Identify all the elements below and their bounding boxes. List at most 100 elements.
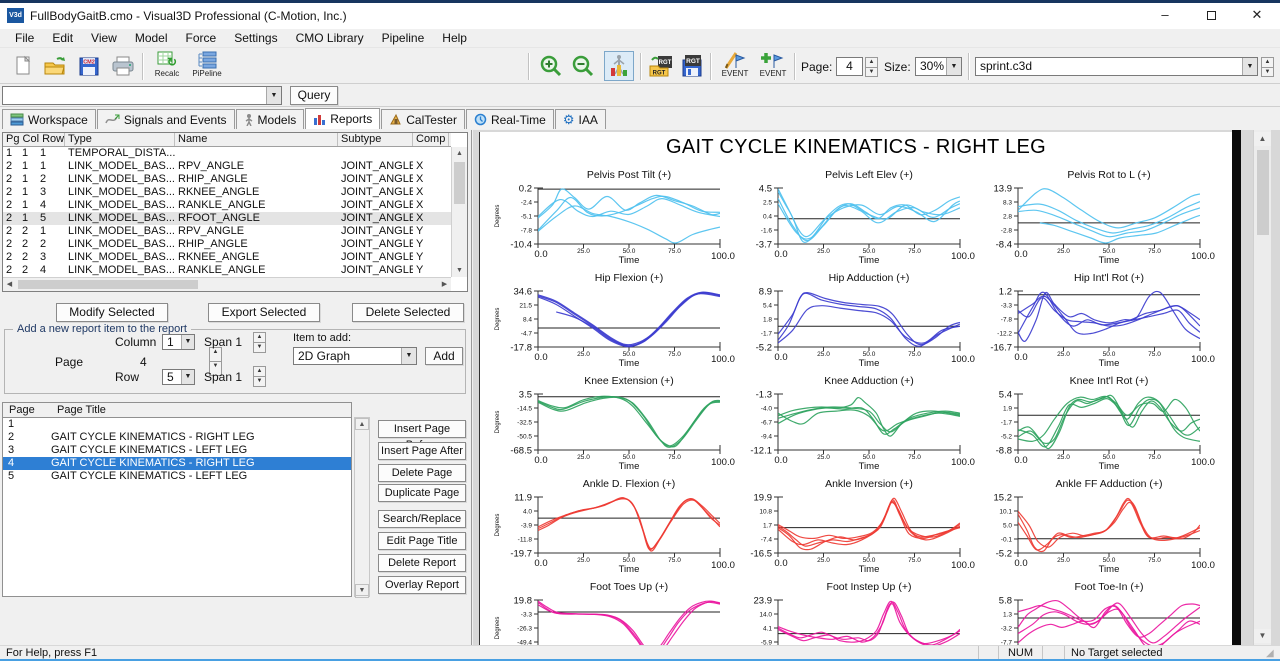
tab-signals-and-events[interactable]: Signals and Events xyxy=(97,109,235,129)
insert-page-before-button[interactable]: Insert Page Before xyxy=(378,420,466,438)
row-span-spinner[interactable]: ▲▼ xyxy=(253,366,266,386)
table-row[interactable]: 221LINK_MODEL_BAS...RPV_ANGLEJOINT_ANGLE… xyxy=(3,225,451,238)
svg-text:75.0: 75.0 xyxy=(668,351,681,358)
open-file-button[interactable] xyxy=(40,51,70,81)
edit-page-title-button[interactable]: Edit Page Title xyxy=(378,532,466,550)
search-replace-button[interactable]: Search/Replace xyxy=(378,510,466,528)
file-spinner[interactable]: ▲▼ xyxy=(1261,57,1274,76)
page-list-item[interactable]: 5GAIT CYCLE KINEMATICS - LEFT LEG xyxy=(3,470,351,483)
save-report-rgt-button[interactable]: RGT xyxy=(678,51,708,81)
maximize-button[interactable] xyxy=(1188,3,1234,29)
table-vertical-scrollbar[interactable]: ▲ ▼ xyxy=(451,147,467,277)
menu-help[interactable]: Help xyxy=(433,29,476,47)
menu-force[interactable]: Force xyxy=(177,29,226,47)
svg-text:34.6: 34.6 xyxy=(514,287,533,298)
add-button[interactable]: Add xyxy=(425,347,463,365)
pipeline-button[interactable]: PiPeline xyxy=(188,50,226,83)
table-row[interactable]: 212LINK_MODEL_BAS...RHIP_ANGLEJOINT_ANGL… xyxy=(3,173,451,186)
print-button[interactable] xyxy=(108,51,138,81)
page-list-item[interactable]: 4GAIT CYCLE KINEMATICS - RIGHT LEG xyxy=(3,457,351,470)
query-button[interactable]: Query xyxy=(290,86,338,105)
zoom-out-button[interactable] xyxy=(568,51,598,81)
open-report-rgt-button[interactable]: RGTRGT xyxy=(646,51,676,81)
table-row[interactable]: 224LINK_MODEL_BAS...RANKLE_ANGLEJOINT_AN… xyxy=(3,264,451,277)
table-row[interactable]: 223LINK_MODEL_BAS...RKNEE_ANGLEJOINT_ANG… xyxy=(3,251,451,264)
column-header[interactable]: Comp xyxy=(413,133,449,146)
table-row[interactable]: 222LINK_MODEL_BAS...RHIP_ANGLEJOINT_ANGL… xyxy=(3,238,451,251)
page-label: Page: xyxy=(801,60,832,74)
page-list-item[interactable]: 1 xyxy=(3,418,351,431)
report-graph-button[interactable] xyxy=(604,51,634,81)
svg-text:10.1: 10.1 xyxy=(999,509,1012,516)
table-row[interactable]: 111TEMPORAL_DISTA... xyxy=(3,147,451,160)
menu-model[interactable]: Model xyxy=(126,29,177,47)
column-span-spinner[interactable]: ▲▼ xyxy=(253,332,266,352)
svg-text:-3.3: -3.3 xyxy=(521,612,533,619)
menu-file[interactable]: File xyxy=(6,29,43,47)
modify-selected-button[interactable]: Modify Selected xyxy=(56,303,168,322)
edit-event-button[interactable]: EVENT xyxy=(716,50,754,83)
menu-cmo-library[interactable]: CMO Library xyxy=(287,29,373,47)
table-row[interactable]: 211LINK_MODEL_BAS...RPV_ANGLEJOINT_ANGLE… xyxy=(3,160,451,173)
add-event-button[interactable]: EVENT xyxy=(754,50,792,83)
export-selected-button[interactable]: Export Selected xyxy=(208,303,320,322)
svg-text:2.5: 2.5 xyxy=(763,200,772,207)
tab-real-time[interactable]: Real-Time xyxy=(466,109,554,129)
delete-report-button[interactable]: Delete Report xyxy=(378,554,466,572)
minimize-button[interactable]: – xyxy=(1142,3,1188,29)
table-horizontal-scrollbar[interactable]: ◀ ▶ xyxy=(3,277,451,291)
page-spinner[interactable]: ▲▼ xyxy=(865,57,878,76)
page-list-item[interactable]: 3GAIT CYCLE KINEMATICS - LEFT LEG xyxy=(3,444,351,457)
new-file-button[interactable] xyxy=(8,51,38,81)
svg-text:-5.2: -5.2 xyxy=(1001,434,1013,441)
page-list-item[interactable]: 2GAIT CYCLE KINEMATICS - RIGHT LEG xyxy=(3,431,351,444)
report-vertical-scrollbar[interactable]: ▲ ▼ xyxy=(1253,130,1271,645)
column-header[interactable]: Pg Col Row xyxy=(3,133,65,146)
column-select[interactable]: 1▼ xyxy=(162,334,195,350)
column-header[interactable]: Subtype xyxy=(338,133,413,146)
svg-text:-1.6: -1.6 xyxy=(761,228,773,235)
pages-scrollbar[interactable]: ▲ ▲ ▼ xyxy=(354,417,370,597)
svg-text:0.0: 0.0 xyxy=(534,352,547,363)
table-row[interactable]: 213LINK_MODEL_BAS...RKNEE_ANGLEJOINT_ANG… xyxy=(3,186,451,199)
table-row[interactable]: 215LINK_MODEL_BAS...RFOOT_ANGLEJOINT_ANG… xyxy=(3,212,451,225)
save-cmz-button[interactable]: CM2 xyxy=(74,51,104,81)
close-button[interactable]: ✕ xyxy=(1234,3,1280,29)
pages-header: Page Page Title xyxy=(2,402,352,417)
delete-page-button[interactable]: Delete Page xyxy=(378,464,466,482)
row-select[interactable]: 5▼ xyxy=(162,369,195,385)
tab-reports[interactable]: Reports xyxy=(305,108,380,129)
query-input[interactable]: ▼ xyxy=(2,86,282,105)
tab-iaa[interactable]: ⚙IAA xyxy=(555,109,606,129)
svg-text:75.0: 75.0 xyxy=(1148,557,1161,564)
svg-text:Ankle D. Flexion (+): Ankle D. Flexion (+) xyxy=(583,478,676,490)
resize-grip[interactable]: ◢ xyxy=(1266,646,1280,661)
menu-view[interactable]: View xyxy=(82,29,126,47)
svg-text:25.0: 25.0 xyxy=(577,351,590,358)
table-row[interactable]: 214LINK_MODEL_BAS...RANKLE_ANGLEJOINT_AN… xyxy=(3,199,451,212)
overlay-report-button[interactable]: Overlay Report xyxy=(378,576,466,594)
menu-pipeline[interactable]: Pipeline xyxy=(373,29,434,47)
tab-workspace[interactable]: Workspace xyxy=(2,109,96,129)
menu-edit[interactable]: Edit xyxy=(43,29,82,47)
svg-text:50.0: 50.0 xyxy=(863,557,876,564)
column-header[interactable]: Type xyxy=(65,133,175,146)
delete-selected-button[interactable]: Delete Selected xyxy=(352,303,464,322)
size-select[interactable]: 30%▼ xyxy=(915,57,962,76)
item-to-add-select[interactable]: 2D Graph▼ xyxy=(293,347,417,365)
column-header[interactable]: Name xyxy=(175,133,338,146)
zoom-in-button[interactable] xyxy=(536,51,566,81)
duplicate-page-button[interactable]: Duplicate Page xyxy=(378,484,466,502)
svg-text:0.0: 0.0 xyxy=(774,455,787,466)
tab-caltester[interactable]: CalTester xyxy=(381,109,465,129)
svg-text:25.0: 25.0 xyxy=(1057,454,1070,461)
motion-file-select[interactable]: sprint.c3d▼ xyxy=(975,57,1258,76)
insert-page-after-button[interactable]: Insert Page After xyxy=(378,442,466,460)
page-number-input[interactable]: 4 xyxy=(836,57,863,76)
tab-models[interactable]: Models xyxy=(236,109,305,129)
svg-text:0.2: 0.2 xyxy=(519,184,532,195)
recalc-button[interactable]: ↻ Recalc xyxy=(148,50,186,83)
menu-settings[interactable]: Settings xyxy=(225,29,286,47)
svg-text:-0.1: -0.1 xyxy=(1001,537,1013,544)
svg-text:RGT: RGT xyxy=(659,60,672,66)
